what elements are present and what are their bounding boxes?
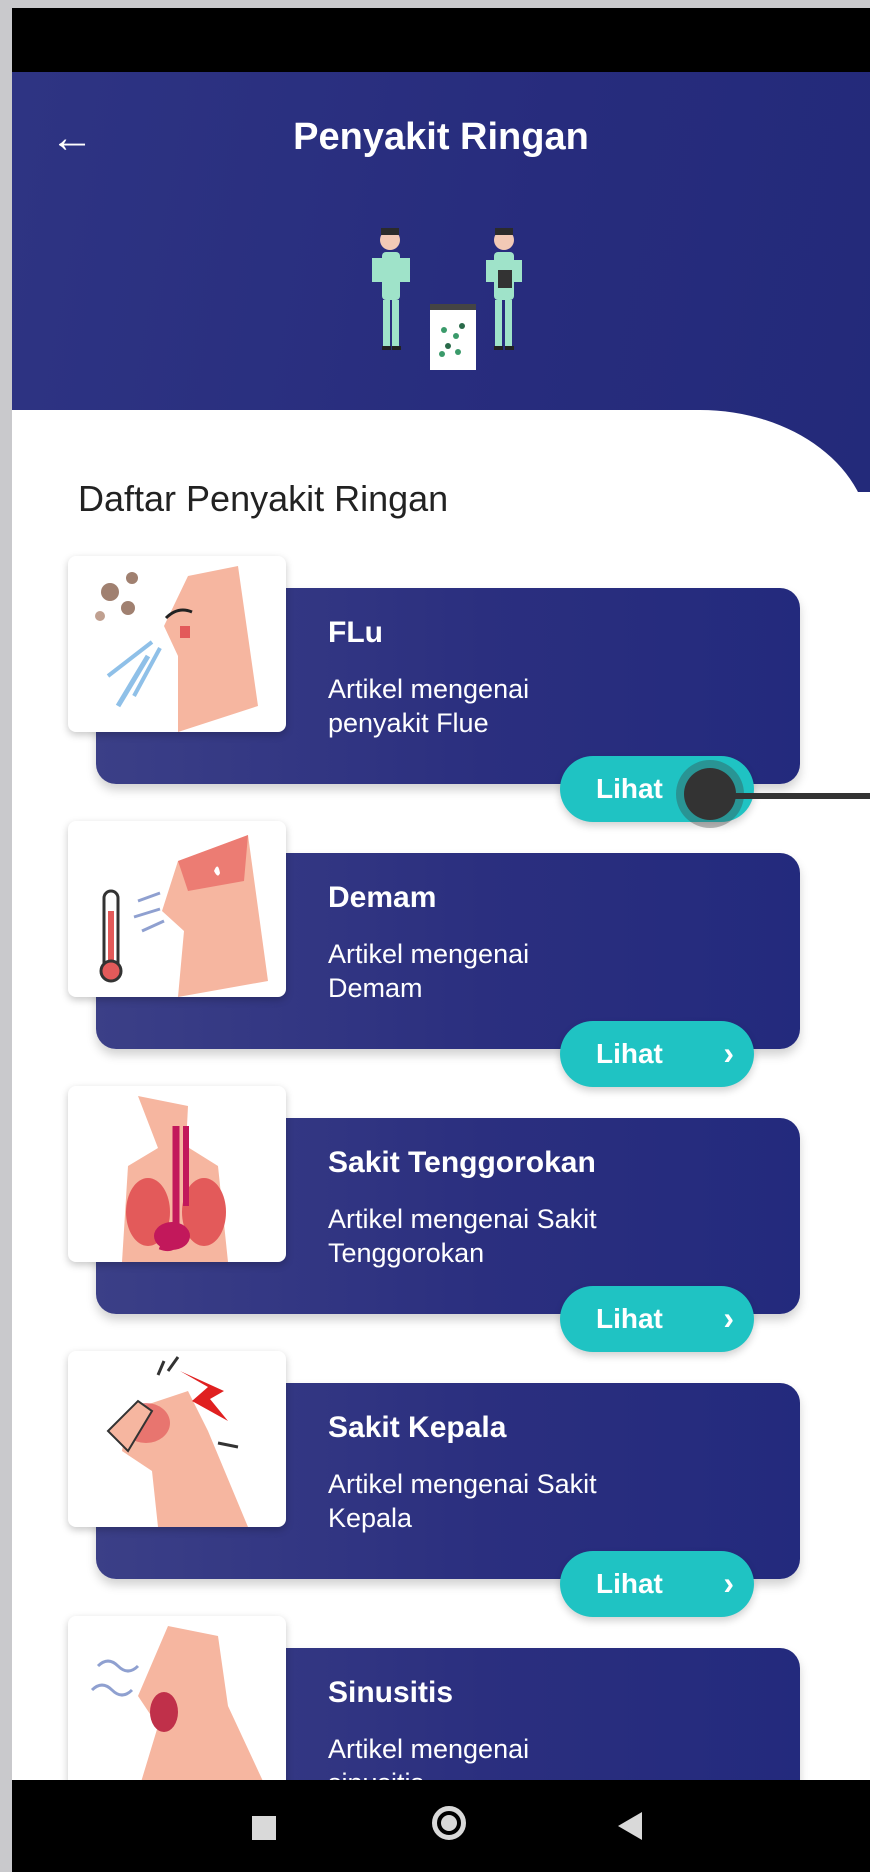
disease-name: Sakit Kepala [328,1411,507,1444]
fever-illustration-icon [68,821,286,997]
disease-name: Sakit Tenggorokan [328,1146,596,1179]
doctors-illustration [372,228,522,370]
disease-description: Artikel mengenai Demam [328,939,530,1003]
status-bar [12,8,870,72]
sinus-illustration-icon [68,1616,286,1792]
chevron-right-icon: › [723,1300,734,1336]
sneeze-illustration-icon [68,556,286,732]
disease-name: FLu [328,616,383,649]
android-nav-bar [12,1780,870,1872]
disease-description: Artikel mengenai penyakit Flue [328,674,530,738]
throat-illustration-icon [68,1086,286,1262]
lihat-button-demam[interactable]: Lihat › [560,1021,754,1087]
disease-description: Artikel mengenai Sakit Tenggorokan [328,1204,597,1268]
lihat-button-sakit-kepala[interactable]: Lihat › [560,1551,754,1617]
recent-apps-icon[interactable] [252,1816,276,1840]
touch-indicator-line [722,793,870,799]
disease-name: Demam [328,881,437,914]
chevron-right-icon: › [723,1035,734,1071]
chevron-right-icon: › [723,1565,734,1601]
app-frame: ← Penyakit Ringan Daftar Penyakit Ringan [12,8,870,1872]
home-icon[interactable] [432,1806,466,1840]
headache-illustration-icon [68,1351,286,1527]
lihat-button-sakit-tenggorokan[interactable]: Lihat › [560,1286,754,1352]
page-title: Penyakit Ringan [293,116,589,158]
disease-name: Sinusitis [328,1676,454,1709]
disease-description: Artikel mengenai Sakit Kepala [328,1469,597,1533]
section-title: Daftar Penyakit Ringan [78,478,449,519]
back-nav-icon[interactable] [618,1812,642,1840]
